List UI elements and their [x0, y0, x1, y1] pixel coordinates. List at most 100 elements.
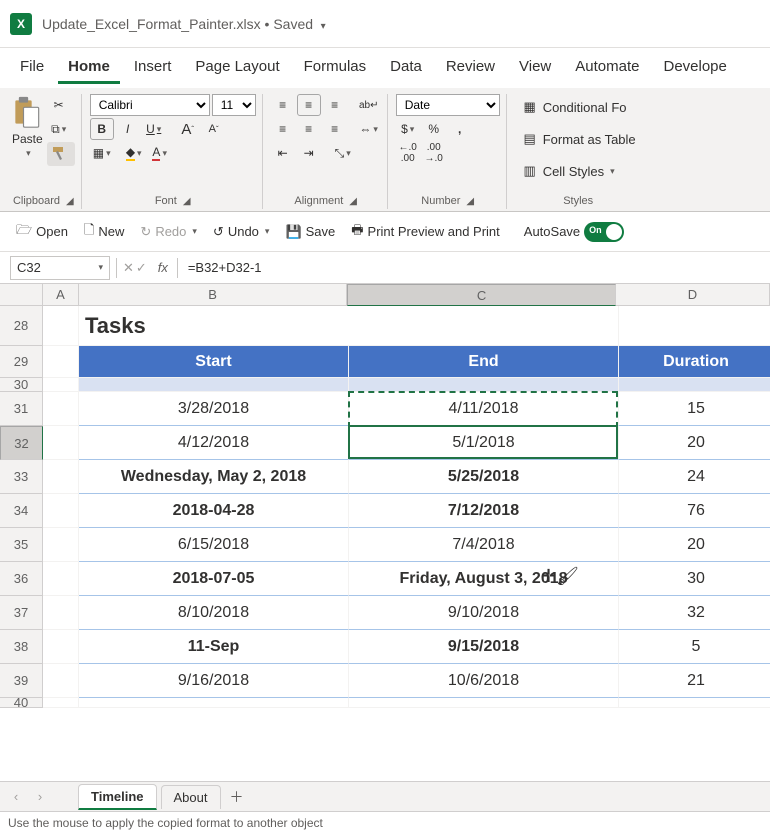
cell-styles-button[interactable]: ▥Cell Styles▾ — [515, 158, 621, 184]
align-left-button[interactable]: ≡ — [271, 118, 295, 140]
increase-decimal-button[interactable]: ←.0.00 — [396, 142, 420, 164]
cell-C33[interactable]: 5/25/2018 — [349, 460, 619, 494]
cell-D38[interactable]: 5 — [619, 630, 770, 664]
cell-C40[interactable] — [349, 698, 619, 708]
fx-button[interactable]: fx — [151, 256, 175, 280]
cell-B40[interactable] — [79, 698, 349, 708]
row-header-40[interactable]: 40 — [0, 698, 43, 708]
redo-button[interactable]: ↻Redo▾ — [134, 220, 203, 244]
cell-C32[interactable]: 5/1/2018 — [349, 426, 619, 460]
number-format-select[interactable]: Date — [396, 94, 500, 116]
ribbon-tab-automate[interactable]: Automate — [565, 52, 649, 84]
column-header-D[interactable]: D — [616, 284, 770, 306]
cell-C30[interactable] — [349, 378, 619, 392]
align-center-button[interactable]: ≡ — [297, 118, 321, 140]
paste-label[interactable]: Paste — [12, 132, 43, 146]
new-button[interactable]: 🗋New — [78, 217, 130, 247]
row-header-39[interactable]: 39 — [0, 664, 43, 698]
row-header-30[interactable]: 30 — [0, 378, 43, 392]
borders-button[interactable]: ▦▾ — [90, 142, 114, 164]
cell-D33[interactable]: 24 — [619, 460, 770, 494]
sheet-nav-next[interactable]: › — [30, 789, 50, 804]
format-as-table-button[interactable]: ▤Format as Table — [515, 126, 642, 152]
cell-D32[interactable]: 20 — [619, 426, 770, 460]
row-header-34[interactable]: 34 — [0, 494, 43, 528]
cut-button[interactable]: ✂ — [47, 94, 71, 116]
cell-B30[interactable] — [79, 378, 349, 392]
add-sheet-button[interactable]: ＋ — [225, 787, 249, 807]
chevron-down-icon[interactable]: ▾ — [26, 148, 31, 159]
column-header-A[interactable]: A — [43, 284, 79, 306]
save-button[interactable]: 💾Save — [279, 220, 341, 244]
cell-D30[interactable] — [619, 378, 770, 392]
row-header-35[interactable]: 35 — [0, 528, 43, 562]
column-header-C[interactable]: C — [347, 284, 616, 306]
cell-D40[interactable] — [619, 698, 770, 708]
fill-color-button[interactable]: ◆▾ — [122, 142, 146, 164]
name-box[interactable]: C32▾ — [10, 256, 110, 280]
cell-D37[interactable]: 32 — [619, 596, 770, 630]
cell-B38[interactable]: 11-Sep — [79, 630, 349, 664]
cell-B33[interactable]: Wednesday, May 2, 2018 — [79, 460, 349, 494]
cell-A40[interactable] — [43, 698, 79, 708]
cell-D34[interactable]: 76 — [619, 494, 770, 528]
increase-font-button[interactable]: Aˆ — [176, 118, 200, 140]
copy-button[interactable]: ⧉▾ — [47, 118, 71, 140]
format-painter-button[interactable] — [47, 142, 75, 166]
merge-center-button[interactable]: ⇔▾ — [357, 118, 381, 140]
percent-button[interactable]: % — [422, 118, 446, 140]
cell-D39[interactable]: 21 — [619, 664, 770, 698]
decrease-decimal-button[interactable]: .00→.0 — [422, 142, 446, 164]
font-name-select[interactable]: Calibri — [90, 94, 210, 116]
cell-B31[interactable]: 3/28/2018 — [79, 392, 349, 426]
cell-A39[interactable] — [43, 664, 79, 698]
cell-B35[interactable]: 6/15/2018 — [79, 528, 349, 562]
cell-C34[interactable]: 7/12/2018 — [349, 494, 619, 528]
row-header-29[interactable]: 29 — [0, 346, 43, 378]
cell-D31[interactable]: 15 — [619, 392, 770, 426]
row-header-38[interactable]: 38 — [0, 630, 43, 664]
align-middle-button[interactable]: ≡ — [297, 94, 321, 116]
conditional-formatting-button[interactable]: ▦Conditional Fo — [515, 94, 633, 120]
bold-button[interactable]: B — [90, 118, 114, 140]
dialog-launcher-icon[interactable]: ◢ — [466, 196, 474, 207]
cell-D35[interactable]: 20 — [619, 528, 770, 562]
cell-B37[interactable]: 8/10/2018 — [79, 596, 349, 630]
cell-A32[interactable] — [43, 426, 79, 460]
cell-B29[interactable]: Start — [79, 346, 349, 378]
sheet-nav-prev[interactable]: ‹ — [6, 789, 26, 804]
ribbon-tab-formulas[interactable]: Formulas — [294, 52, 377, 84]
cell-C38[interactable]: 9/15/2018 — [349, 630, 619, 664]
cell-B36[interactable]: 2018-07-05 — [79, 562, 349, 596]
row-header-31[interactable]: 31 — [0, 392, 43, 426]
cell-C28[interactable] — [349, 306, 619, 346]
cell-B34[interactable]: 2018-04-28 — [79, 494, 349, 528]
orientation-button[interactable]: ⤡▾ — [331, 142, 355, 164]
row-header-37[interactable]: 37 — [0, 596, 43, 630]
cell-A36[interactable] — [43, 562, 79, 596]
wrap-text-button[interactable]: ab↵ — [357, 94, 381, 116]
ribbon-tab-page-layout[interactable]: Page Layout — [185, 52, 289, 84]
cell-A28[interactable] — [43, 306, 79, 346]
cancel-formula-icon[interactable]: ✕ — [123, 260, 134, 276]
ribbon-tab-review[interactable]: Review — [436, 52, 505, 84]
row-header-32[interactable]: 32 — [0, 426, 43, 460]
cell-D28[interactable] — [619, 306, 770, 346]
chevron-down-icon[interactable]: ▾ — [321, 21, 326, 32]
print-preview-button[interactable]: 🖶Print Preview and Print — [345, 217, 506, 247]
enter-formula-icon[interactable]: ✓ — [136, 260, 147, 276]
ribbon-tab-develope[interactable]: Develope — [653, 52, 736, 84]
select-all-corner[interactable] — [0, 284, 43, 306]
cell-C39[interactable]: 10/6/2018 — [349, 664, 619, 698]
cell-C37[interactable]: 9/10/2018 — [349, 596, 619, 630]
cell-A34[interactable] — [43, 494, 79, 528]
ribbon-tab-view[interactable]: View — [509, 52, 561, 84]
cell-A38[interactable] — [43, 630, 79, 664]
document-title[interactable]: Update_Excel_Format_Painter.xlsx • Saved… — [42, 16, 326, 32]
spreadsheet-grid[interactable]: ABCD 28293031323334353637383940 TasksSta… — [0, 284, 770, 781]
formula-input[interactable]: =B32+D32-1 — [180, 260, 770, 275]
align-right-button[interactable]: ≡ — [323, 118, 347, 140]
paste-button[interactable] — [12, 94, 42, 130]
row-header-33[interactable]: 33 — [0, 460, 43, 494]
sheet-tab-timeline[interactable]: Timeline — [78, 784, 157, 810]
